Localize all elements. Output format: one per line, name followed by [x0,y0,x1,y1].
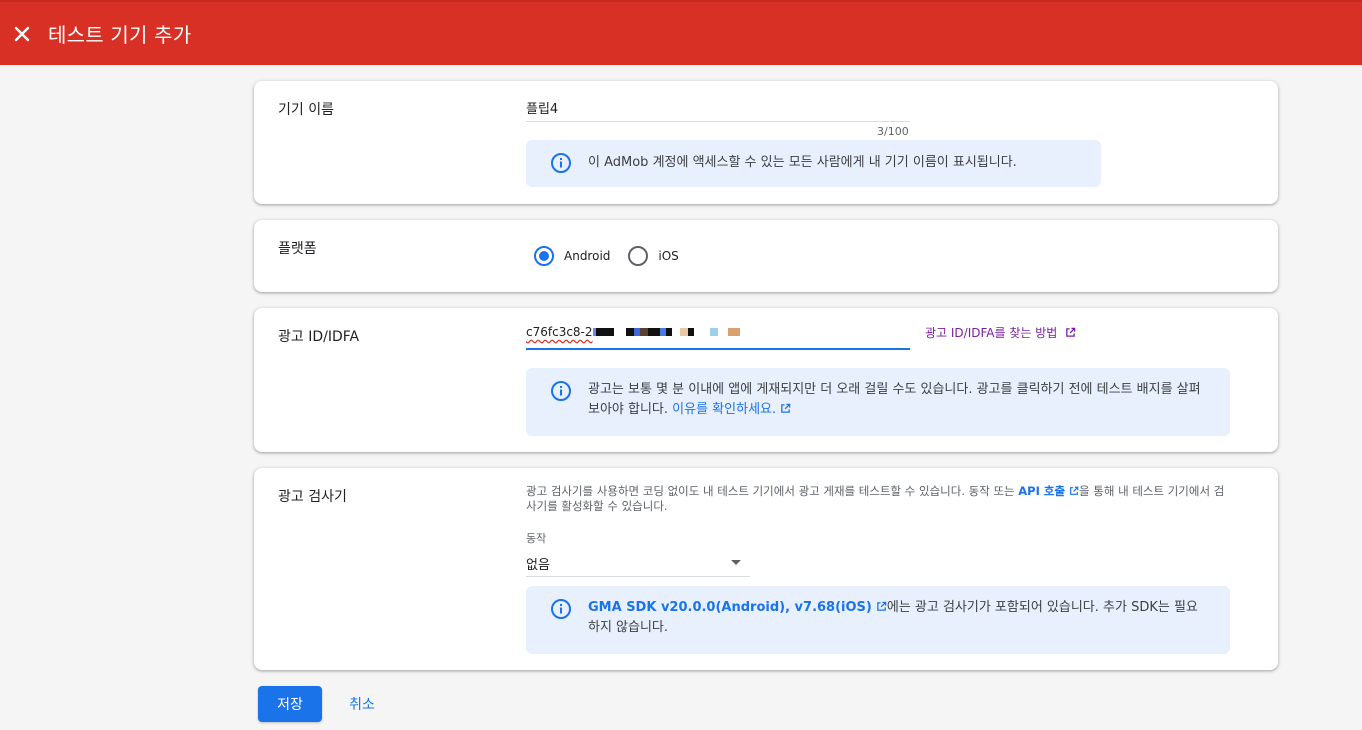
close-icon [14,26,30,41]
gesture-select[interactable]: 없음 [526,552,750,574]
ad-id-value: c76fc3c8-2 [526,325,593,339]
ad-id-card: 광고 ID/IDFA c76fc3c8-2 광고 ID/IDFA를 찾는 방법 … [254,308,1278,452]
ad-inspector-description: 광고 검사기를 사용하면 코딩 없이도 내 테스트 기기에서 광고 게재를 테스… [526,484,1226,514]
platform-label: 플랫폼 [278,241,317,257]
page-title: 테스트 기기 추가 [48,23,192,47]
api-call-link[interactable]: API 호출 [1018,484,1065,498]
gma-sdk-link[interactable]: GMA SDK v20.0.0(Android), v7.68(iOS) [588,600,872,615]
redacted-block [592,324,740,340]
device-name-info-box: 이 AdMob 계정에 액세스할 수 있는 모든 사람에게 내 기기 이름이 표… [526,140,1101,187]
radio-ios-circle[interactable] [628,246,649,266]
gesture-label: 동작 [526,532,547,545]
find-ad-id-link-text[interactable]: 광고 ID/IDFA를 찾는 방법 [925,326,1057,340]
radio-android-label: Android [564,249,611,263]
top-bar: 테스트 기기 추가 [0,0,1362,65]
radio-android[interactable]: Android [534,246,610,266]
ad-id-input[interactable]: c76fc3c8-2 [526,322,910,342]
ad-id-info-box: 광고는 보통 몇 분 이내에 앱에 게재되지만 더 오래 걸릴 수도 있습니다.… [526,368,1230,436]
device-name-underline [526,121,910,122]
external-link-icon [1070,486,1079,495]
radio-android-circle[interactable] [534,246,554,266]
close-button[interactable] [0,12,44,56]
ad-inspector-info-box: GMA SDK v20.0.0(Android), v7.68(iOS) 에는 … [526,586,1230,654]
dropdown-arrow-icon [731,560,741,565]
gesture-select-wrap: 동작 없음 [526,530,750,577]
device-name-info-text: 이 AdMob 계정에 액세스할 수 있는 모든 사람에게 내 기기 이름이 표… [588,155,1017,170]
info-icon [551,381,571,401]
device-name-input[interactable] [526,97,910,117]
cancel-button[interactable]: 취소 [336,686,388,722]
platform-radio-group: Android iOS [534,246,691,266]
info-icon [551,153,571,173]
desc-before: 광고 검사기를 사용하면 코딩 없이도 내 테스트 기기에서 광고 게재를 테스… [526,484,1015,498]
find-ad-id-link[interactable]: 광고 ID/IDFA를 찾는 방법 [925,324,1076,341]
platform-card: 플랫폼 Android iOS [254,220,1278,292]
external-link-icon [1066,327,1076,337]
radio-ios-label: iOS [658,249,679,263]
ad-id-field[interactable]: c76fc3c8-2 [526,322,910,350]
radio-ios[interactable]: iOS [628,246,679,266]
info-icon [551,599,571,619]
external-link-icon [781,403,791,413]
ad-id-underline [526,348,910,350]
external-link-icon [877,601,887,611]
device-name-card: 기기 이름 3/100 이 AdMob 계정에 액세스할 수 있는 모든 사람에… [254,81,1278,204]
gesture-select-underline [526,576,750,577]
learn-why-link[interactable]: 이유를 확인하세요. [672,402,776,417]
gesture-select-value: 없음 [526,557,550,573]
device-name-label: 기기 이름 [278,102,334,118]
char-counter: 3/100 [877,125,909,138]
ad-inspector-card: 광고 검사기 광고 검사기를 사용하면 코딩 없이도 내 테스트 기기에서 광고… [254,468,1278,670]
save-button[interactable]: 저장 [258,686,322,722]
ad-inspector-info-text: GMA SDK v20.0.0(Android), v7.68(iOS) 에는 … [588,598,1206,638]
ad-id-label: 광고 ID/IDFA [278,329,360,345]
ad-inspector-label: 광고 검사기 [278,489,347,505]
ad-id-info-text: 광고는 보통 몇 분 이내에 앱에 게재되지만 더 오래 걸릴 수도 있습니다.… [588,380,1206,420]
